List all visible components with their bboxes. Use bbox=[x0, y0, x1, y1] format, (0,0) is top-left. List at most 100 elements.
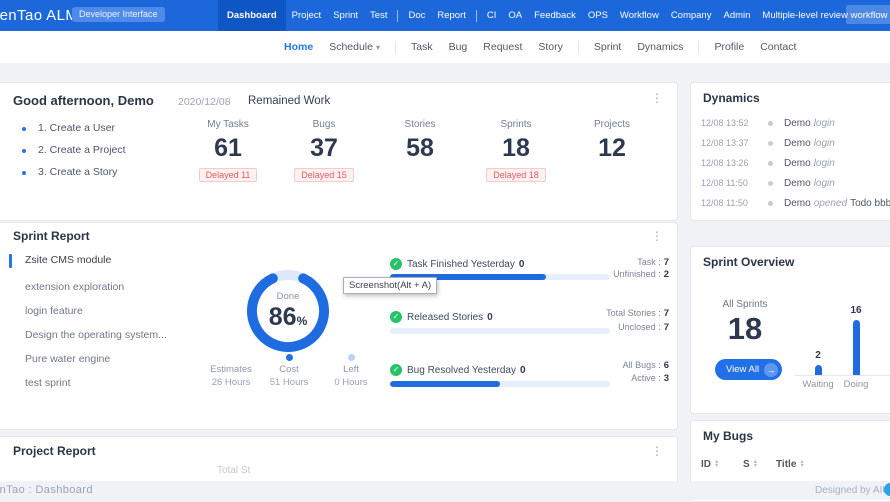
mini-stat: Unfinished :2 bbox=[613, 269, 669, 280]
topnav-item-oa[interactable]: OA bbox=[502, 0, 528, 31]
stat-stories[interactable]: Stories 58 bbox=[372, 119, 468, 183]
sprint-list-item[interactable]: test sprint bbox=[25, 377, 210, 389]
subnav-item-sprint[interactable]: Sprint bbox=[586, 41, 629, 53]
dynamics-title: Dynamics bbox=[703, 91, 760, 105]
subnav-item-home[interactable]: Home bbox=[276, 41, 321, 53]
topnav-item-test[interactable]: Test bbox=[364, 0, 393, 31]
dynamics-card: Dynamics 12/08 13:52 Demologin 12/08 13:… bbox=[690, 82, 890, 221]
topnav-item-feedback[interactable]: Feedback bbox=[528, 0, 582, 31]
divider bbox=[698, 41, 699, 54]
progress-label: Released Stories0 bbox=[407, 312, 493, 323]
topnav-item-project[interactable]: Project bbox=[286, 0, 328, 31]
subnav-item-dynamics[interactable]: Dynamics bbox=[629, 41, 691, 53]
mini-stat: Unclosed :7 bbox=[618, 322, 669, 333]
view-all-button[interactable]: View All → bbox=[715, 359, 782, 380]
edition-badge: Developer Interface bbox=[72, 7, 165, 22]
kebab-menu-icon[interactable]: ⋮ bbox=[651, 230, 663, 242]
todo-create-user[interactable]: 1. Create a User bbox=[38, 122, 115, 134]
topnav-item-workflow[interactable]: Workflow bbox=[614, 0, 665, 31]
stat-bugs[interactable]: Bugs 37 Delayed 15 bbox=[276, 119, 372, 183]
bar-value: 2 bbox=[803, 350, 833, 361]
active-indicator bbox=[9, 254, 12, 268]
bar-category-clipped: S bbox=[863, 379, 890, 390]
sprint-list-item[interactable]: Zsite CMS module bbox=[25, 254, 210, 266]
sprint-overview-card: Sprint Overview All Sprints 18 View All … bbox=[690, 246, 890, 414]
topnav-item-ci[interactable]: CI bbox=[481, 0, 503, 31]
stats-row: My Tasks 61 Delayed 11 Bugs 37 Delayed 1… bbox=[180, 119, 660, 183]
divider bbox=[397, 10, 398, 22]
page: ZenTao ALM Developer Interface Dashboard… bbox=[0, 0, 890, 500]
timeline-dot-icon bbox=[768, 141, 773, 146]
topnav-item-admin[interactable]: Admin bbox=[717, 0, 756, 31]
breadcrumb[interactable]: ZenTao : Dashboard bbox=[0, 484, 93, 496]
dynamics-entry[interactable]: 12/08 13:26 Demologin bbox=[691, 158, 890, 174]
topnav-item-sprint[interactable]: Sprint bbox=[327, 0, 364, 31]
legend-cost: Cost 51 Hours bbox=[254, 354, 324, 388]
check-circle-icon: ✓ bbox=[390, 311, 402, 323]
todo-create-story[interactable]: 3. Create a Story bbox=[38, 166, 117, 178]
status-badge: Delayed 11 bbox=[199, 168, 258, 182]
subnav-item-task[interactable]: Task bbox=[403, 41, 441, 53]
column-header-id[interactable]: ID▲▼ bbox=[701, 459, 719, 470]
check-circle-icon: ✓ bbox=[390, 364, 402, 376]
dynamics-entry[interactable]: 12/08 11:50 Demologin bbox=[691, 178, 890, 194]
dynamics-entry[interactable]: 12/08 13:37 Demologin bbox=[691, 138, 890, 154]
dynamics-entry[interactable]: 12/08 11:50 DemoopenedTodo bbb bbox=[691, 198, 890, 214]
divider bbox=[578, 41, 579, 54]
subnav-item-profile[interactable]: Profile bbox=[706, 41, 752, 53]
done-donut-chart: Done 86% bbox=[244, 267, 332, 355]
sprint-report-title: Sprint Report bbox=[13, 229, 90, 243]
stat-sprints[interactable]: Sprints 18 Delayed 18 bbox=[468, 119, 564, 183]
sprint-overview-title: Sprint Overview bbox=[703, 255, 794, 269]
bar-value: 16 bbox=[841, 305, 871, 316]
topnav-item-ops[interactable]: OPS bbox=[582, 0, 614, 31]
mini-stat: All Bugs :6 bbox=[623, 360, 669, 371]
column-header-title[interactable]: Title▲▼ bbox=[776, 459, 805, 470]
chart-axis bbox=[795, 375, 890, 376]
sub-navbar: Home Schedule▾ Task Bug Request Story Sp… bbox=[0, 31, 890, 63]
stat-my-tasks[interactable]: My Tasks 61 Delayed 11 bbox=[180, 119, 276, 183]
mini-stat: Active :3 bbox=[631, 373, 669, 384]
chevron-down-icon: ▾ bbox=[376, 43, 380, 52]
sprint-list-item[interactable]: login feature bbox=[25, 305, 210, 317]
legend-dot-icon bbox=[348, 354, 355, 361]
status-badge: Delayed 15 bbox=[294, 168, 354, 182]
topnav-item-report[interactable]: Report bbox=[431, 0, 472, 31]
kebab-menu-icon[interactable]: ⋮ bbox=[651, 92, 663, 104]
sprint-list-item[interactable]: Design the operating system... bbox=[25, 329, 210, 341]
project-report-title: Project Report bbox=[13, 444, 96, 458]
greeting-card: Good afternoon, Demo 1. Create a User 2.… bbox=[0, 82, 678, 221]
legend-dot-icon bbox=[286, 354, 293, 361]
bar-doing bbox=[853, 320, 860, 375]
divider bbox=[395, 41, 396, 54]
sprint-list-item[interactable]: extension exploration bbox=[25, 281, 210, 293]
donut-percent: 86% bbox=[244, 303, 332, 332]
stat-projects[interactable]: Projects 12 bbox=[564, 119, 660, 183]
timeline-dot-icon bbox=[768, 181, 773, 186]
topnav-item-dashboard[interactable]: Dashboard bbox=[218, 0, 286, 31]
app-logo[interactable]: ZenTao ALM bbox=[0, 0, 78, 31]
bullet-icon bbox=[22, 149, 26, 153]
timeline-dot-icon bbox=[768, 161, 773, 166]
sort-icon[interactable]: ▲▼ bbox=[753, 460, 758, 469]
kebab-menu-icon[interactable]: ⋮ bbox=[651, 445, 663, 457]
dynamics-entry[interactable]: 12/08 13:52 Demologin bbox=[691, 118, 890, 134]
subnav-item-story[interactable]: Story bbox=[530, 41, 571, 53]
sort-icon[interactable]: ▲▼ bbox=[714, 460, 719, 469]
sort-icon[interactable]: ▲▼ bbox=[799, 460, 804, 469]
legend-left: Left 0 Hours bbox=[316, 354, 386, 388]
footer: ZenTao : Dashboard Designed by AIUX bbox=[0, 481, 890, 500]
subnav-item-schedule[interactable]: Schedule▾ bbox=[321, 41, 388, 53]
sprint-report-card: Sprint Report ⋮ Zsite CMS module extensi… bbox=[0, 222, 678, 430]
topnav-item-doc[interactable]: Doc bbox=[402, 0, 431, 31]
subnav-item-request[interactable]: Request bbox=[475, 41, 530, 53]
partial-chart-label: Total St bbox=[217, 465, 265, 476]
subnav-item-bug[interactable]: Bug bbox=[441, 41, 476, 53]
column-header-severity[interactable]: S▲▼ bbox=[743, 459, 758, 470]
todo-create-project[interactable]: 2. Create a Project bbox=[38, 144, 126, 156]
sprint-list-item[interactable]: Pure water engine bbox=[25, 353, 210, 365]
greeting-title: Good afternoon, Demo bbox=[13, 93, 154, 108]
navbar-user-area[interactable] bbox=[846, 5, 890, 24]
subnav-item-contact[interactable]: Contact bbox=[752, 41, 804, 53]
topnav-item-company[interactable]: Company bbox=[665, 0, 718, 31]
